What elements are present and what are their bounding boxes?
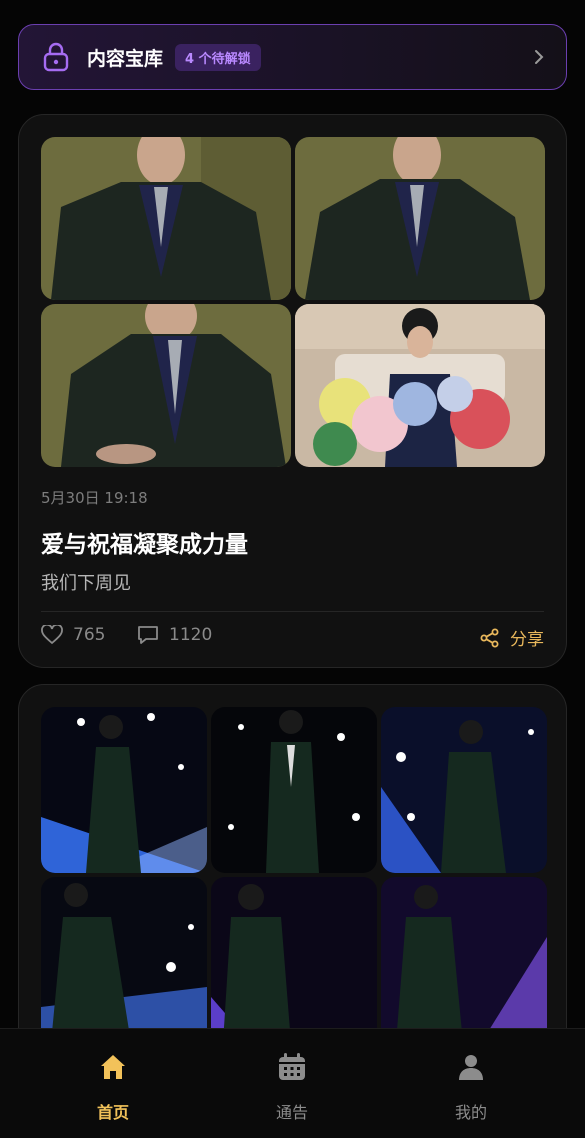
tab-label: 我的 (454, 1103, 487, 1122)
vault-title: 内容宝库 (87, 47, 164, 70)
calendar-icon (279, 1053, 305, 1080)
post-photo[interactable] (41, 137, 291, 300)
vault-pending-badge: 4 个待解锁 (175, 43, 261, 71)
like-button[interactable]: 765 (41, 625, 105, 645)
content-vault-banner[interactable]: 内容宝库 4 个待解锁 (18, 24, 567, 90)
user-icon (459, 1055, 483, 1080)
post-title: 爱与祝福凝聚成力量 (41, 532, 248, 558)
lock-icon (43, 42, 69, 72)
share-icon (480, 628, 499, 647)
post-photo[interactable] (41, 877, 207, 1043)
post-photo[interactable] (211, 877, 377, 1043)
post-photo[interactable] (211, 707, 377, 873)
chevron-right-icon (535, 50, 544, 64)
post-photo[interactable] (381, 877, 547, 1043)
post-photo[interactable] (295, 304, 545, 467)
share-label: 分享 (510, 630, 544, 650)
post-card[interactable]: 5月30日 19:18 爱与祝福凝聚成力量 我们下周见 765 1120 分享 (18, 114, 567, 668)
post-date: 5月30日 19:18 (41, 489, 148, 507)
like-count: 765 (73, 625, 106, 645)
post-divider (41, 611, 544, 612)
post-photo[interactable] (41, 707, 207, 873)
tab-announcements[interactable]: 通告 (232, 1051, 352, 1123)
post-subtitle: 我们下周见 (41, 573, 131, 594)
share-button[interactable]: 分享 (480, 625, 544, 650)
tab-home[interactable]: 首页 (53, 1051, 173, 1123)
tab-label: 首页 (96, 1103, 129, 1122)
post-photo[interactable] (41, 304, 291, 467)
home-icon (101, 1055, 125, 1079)
comment-icon (138, 626, 158, 644)
tab-label: 通告 (275, 1103, 308, 1122)
comment-count: 1120 (169, 625, 213, 645)
tab-profile[interactable]: 我的 (411, 1051, 531, 1123)
post-photo[interactable] (295, 137, 545, 300)
post-photo[interactable] (381, 707, 547, 873)
bottom-tab-bar: 首页 通告 我的 (0, 1028, 585, 1138)
heart-icon (41, 625, 63, 645)
comment-button[interactable]: 1120 (137, 625, 212, 645)
